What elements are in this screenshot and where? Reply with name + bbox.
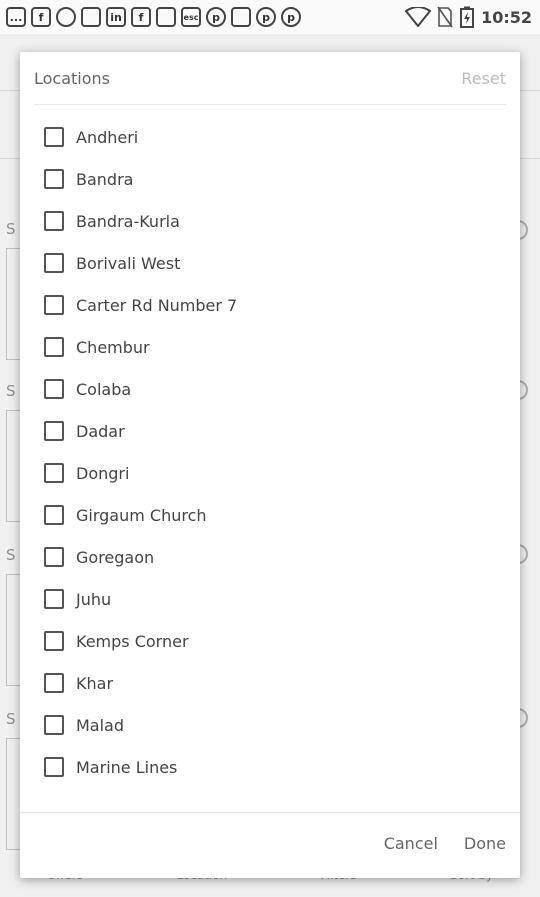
list-item[interactable]: Malad <box>20 706 520 748</box>
facebook-icon: f <box>131 7 151 27</box>
notification-icons: ... f in f esc p p p <box>6 7 301 27</box>
list-item[interactable]: Girgaum Church <box>20 496 520 538</box>
checkbox[interactable] <box>44 211 64 231</box>
whatsapp-icon <box>56 7 76 27</box>
reset-button[interactable]: Reset <box>461 69 506 88</box>
checkbox[interactable] <box>44 715 64 735</box>
list-item[interactable]: Andheri <box>20 118 520 160</box>
item-label: Colaba <box>76 380 132 399</box>
list-item[interactable]: Juhu <box>20 580 520 622</box>
cancel-button[interactable]: Cancel <box>384 834 438 853</box>
list-item[interactable]: Kemps Corner <box>20 622 520 664</box>
item-label: Khar <box>76 674 114 693</box>
checkbox[interactable] <box>44 127 64 147</box>
list-item[interactable]: Dadar <box>20 412 520 454</box>
list-item[interactable]: Colaba <box>20 370 520 412</box>
checkbox[interactable] <box>44 589 64 609</box>
list-item[interactable]: Bandra <box>20 160 520 202</box>
notification-icon: ... <box>6 7 26 27</box>
linkedin-icon: in <box>106 7 126 27</box>
pinterest-icon: p <box>256 7 276 27</box>
item-label: Carter Rd Number 7 <box>76 296 238 315</box>
location-list: Andheri Bandra Bandra-Kurla Borivali Wes… <box>20 118 520 790</box>
checkbox[interactable] <box>44 421 64 441</box>
item-label: Dongri <box>76 464 130 483</box>
item-label: Kemps Corner <box>76 632 189 651</box>
clock: 10:52 <box>481 7 532 27</box>
item-label: Dadar <box>76 422 125 441</box>
esc-icon: esc <box>181 7 201 27</box>
list-item[interactable]: Chembur <box>20 328 520 370</box>
checkbox[interactable] <box>44 673 64 693</box>
item-label: Juhu <box>76 590 112 609</box>
locations-dialog: Locations Reset Andheri Bandra Bandra-Ku… <box>20 52 520 878</box>
facebook-icon: f <box>31 7 51 27</box>
checkbox[interactable] <box>44 379 64 399</box>
list-item[interactable]: Khar <box>20 664 520 706</box>
battery-icon <box>460 6 475 28</box>
list-item[interactable]: Carter Rd Number 7 <box>20 286 520 328</box>
checkbox[interactable] <box>44 253 64 273</box>
divider <box>34 104 506 105</box>
divider <box>20 812 520 813</box>
dialog-actions: Cancel Done <box>384 834 506 853</box>
pinterest-icon: p <box>206 7 226 27</box>
checkbox[interactable] <box>44 757 64 777</box>
item-label: Bandra-Kurla <box>76 212 180 231</box>
system-tray: 10:52 <box>405 6 532 28</box>
pinterest-icon: p <box>281 7 301 27</box>
item-label: Malad <box>76 716 125 735</box>
checkbox[interactable] <box>44 631 64 651</box>
checkbox[interactable] <box>44 169 64 189</box>
item-label: Andheri <box>76 128 139 147</box>
wifi-icon <box>405 7 432 27</box>
item-label: Girgaum Church <box>76 506 207 525</box>
cat-icon <box>231 7 251 27</box>
checkbox[interactable] <box>44 463 64 483</box>
list-item[interactable]: Dongri <box>20 454 520 496</box>
list-item[interactable]: Bandra-Kurla <box>20 202 520 244</box>
item-label: Goregaon <box>76 548 155 567</box>
item-label: Borivali West <box>76 254 181 273</box>
checkbox[interactable] <box>44 295 64 315</box>
list-item[interactable]: Goregaon <box>20 538 520 580</box>
done-button[interactable]: Done <box>464 834 506 853</box>
dialog-header: Locations Reset <box>20 52 520 104</box>
list-item[interactable]: Borivali West <box>20 244 520 286</box>
checkbox[interactable] <box>44 547 64 567</box>
cat-icon <box>156 7 176 27</box>
item-label: Bandra <box>76 170 134 189</box>
list-item[interactable]: Marine Lines <box>20 748 520 790</box>
checkbox[interactable] <box>44 337 64 357</box>
checkbox[interactable] <box>44 505 64 525</box>
status-bar: ... f in f esc p p p 10:52 <box>0 0 540 34</box>
dialog-title: Locations <box>34 69 111 88</box>
cat-icon <box>81 7 101 27</box>
item-label: Marine Lines <box>76 758 178 777</box>
no-sim-icon <box>437 6 453 28</box>
item-label: Chembur <box>76 338 150 357</box>
